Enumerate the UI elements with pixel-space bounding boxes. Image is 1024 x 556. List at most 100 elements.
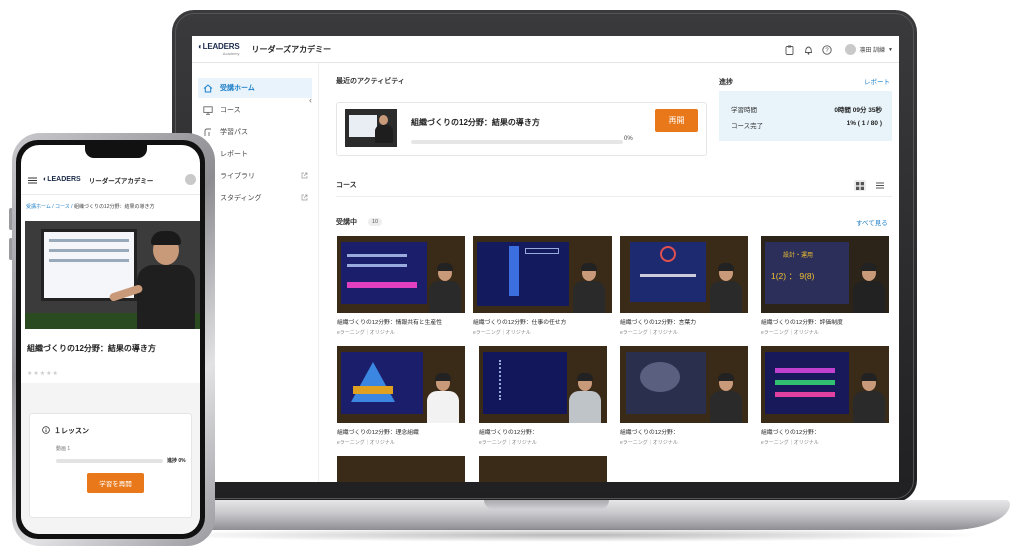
sidebar-item-label: レポート (220, 151, 248, 158)
in-progress-title: 受講中 (336, 219, 357, 226)
user-name: 凛田 訓練 (859, 48, 886, 54)
course-card-title: 組織づくりの12分野：理念組織 (337, 430, 419, 436)
course-complete-value: 1% ( 1 / 80 ) (846, 120, 882, 127)
sidebar-item-label: ライブラリ (220, 173, 255, 180)
courses-header: コース (336, 176, 892, 197)
sidebar-item-label: スタディング (220, 195, 262, 202)
breadcrumb: 受講ホーム / コース / 組織づくりの12分野：結果の導き方 (26, 204, 155, 210)
phone-app-title: リーダーズアカデミー (88, 177, 154, 185)
slide-eval-title: 設計・運用 (783, 253, 814, 259)
course-thumbnail (337, 346, 465, 423)
lesson-progress-bar (56, 459, 163, 463)
course-card-meta: eラーニング｜オリジナル (620, 440, 678, 446)
resume-learning-button[interactable]: 学習を再開 (87, 473, 144, 493)
course-thumbnail (620, 346, 748, 423)
clipboard-icon[interactable] (784, 45, 794, 55)
user-menu[interactable]: 凛田 訓練 ▼ (845, 44, 893, 55)
bell-icon[interactable] (803, 45, 813, 55)
course-card[interactable]: 組織づくりの12分野：理念組織 eラーニング｜オリジナル (337, 346, 465, 446)
sidebar-item-learning-path[interactable]: 学習パス (198, 122, 312, 142)
lesson-progress-label: 進捗 0% (167, 458, 186, 464)
recent-activity-title: 最近のアクティビティ (336, 78, 405, 85)
sidebar-item-label: 受講ホーム (220, 85, 255, 92)
sidebar-item-report[interactable]: レポート (198, 144, 312, 164)
activity-course-name: 組織づくりの12分野：結果の導き方 (411, 118, 540, 127)
laptop-shadow (150, 528, 990, 542)
course-card[interactable]: 組織づくりの12分野：情報共有と生産性 eラーニング｜オリジナル (337, 236, 465, 336)
grid-view-icon[interactable] (854, 180, 866, 191)
course-card-meta: eラーニング｜オリジナル (337, 440, 395, 446)
help-icon[interactable]: ? (822, 44, 833, 55)
course-card[interactable]: 組織づくりの12分野：仕事の任せ方 eラーニング｜オリジナル (473, 236, 612, 336)
rating-stars[interactable]: ★★★★★ (27, 370, 59, 377)
sidebar-item-home[interactable]: 受講ホーム (198, 78, 312, 98)
course-thumbnail[interactable] (337, 456, 465, 482)
logo-subtext: Academy (222, 50, 240, 56)
course-card-title: 組織づくりの12分野：情報共有と生産性 (337, 320, 442, 326)
course-card[interactable]: 設計・運用 1(2) ： 9(8) 組織づくりの12分野：評価制度 eラーニング… (761, 236, 889, 336)
resume-button[interactable]: 再開 (655, 109, 698, 132)
path-icon (202, 128, 214, 137)
phone-course-title: 組織づくりの12分野：結果の導き方 (27, 344, 156, 353)
svg-text:?: ? (826, 48, 830, 54)
lesson-card: １レッスン 動画 1 進捗 0% 学習を再開 (29, 413, 192, 518)
course-card-title: 組織づくりの12分野：仕事の任せ方 (473, 320, 567, 326)
course-card-title: 組織づくりの12分野： (761, 430, 820, 436)
course-thumbnail (479, 346, 607, 423)
laptop-notch (484, 500, 609, 509)
movie-count: 動画 1 (56, 446, 71, 452)
hamburger-menu-icon[interactable] (28, 171, 37, 189)
phone-header: ◐LEADERS リーダーズアカデミー (21, 165, 200, 195)
phone-notch (85, 145, 147, 158)
course-card-meta: eラーニング｜オリジナル (337, 330, 395, 336)
sidebar-item-library[interactable]: ライブラリ (198, 166, 312, 186)
see-all-link[interactable]: すべて見る (856, 217, 888, 227)
home-icon (202, 83, 214, 93)
study-time-value: 0時間 09分 35秒 (834, 107, 882, 114)
phone-screen: ◐LEADERS リーダーズアカデミー 受講ホーム / コース / 組織づくりの… (21, 145, 200, 534)
course-thumbnail (337, 236, 465, 313)
logo[interactable]: ◐LEADERS Academy (198, 41, 240, 56)
sidebar-item-studying[interactable]: スタディング (198, 188, 312, 208)
course-card-title: 組織づくりの12分野： (479, 430, 538, 436)
breadcrumb-home[interactable]: 受講ホーム (26, 204, 51, 210)
activity-card[interactable]: 組織づくりの12分野：結果の導き方 (336, 102, 707, 156)
course-card[interactable]: 組織づくりの12分野： eラーニング｜オリジナル (620, 346, 748, 446)
course-card-meta: eラーニング｜オリジナル (620, 330, 678, 336)
course-card[interactable]: 組織づくりの12分野： eラーニング｜オリジナル (761, 346, 889, 446)
slide-eval-ratio: 1(2) ： 9(8) (771, 271, 815, 281)
phone-logo[interactable]: ◐LEADERS (43, 176, 81, 183)
in-progress-count: 10 (368, 218, 383, 226)
sidebar-item-label: 学習パス (220, 129, 248, 136)
sidebar-item-label: コース (220, 107, 241, 114)
course-card-title: 組織づくりの12分野：言葉力 (620, 320, 697, 326)
chevron-down-icon: ▼ (888, 46, 893, 53)
collapse-sidebar-icon[interactable]: ‹ (309, 95, 312, 105)
sidebar-item-courses[interactable]: コース (198, 100, 312, 120)
activity-progress-percent: 0% (624, 136, 633, 142)
activity-progress-bar (411, 140, 623, 144)
activity-thumbnail (345, 109, 397, 147)
logo-text: ◐LEADERS (198, 41, 240, 51)
course-card-title: 組織づくりの12分野：評価制度 (761, 320, 843, 326)
info-icon (42, 426, 50, 436)
lesson-count: １レッスン (54, 428, 89, 435)
progress-summary: 学習時間 0時間 09分 35秒 コース完了 1% ( 1 / 80 ) (719, 91, 892, 141)
list-view-icon[interactable] (874, 180, 886, 191)
course-thumbnail (473, 236, 612, 313)
avatar (845, 44, 857, 55)
course-video[interactable] (25, 221, 200, 329)
course-card-meta: eラーニング｜オリジナル (479, 440, 537, 446)
course-card[interactable]: 組織づくりの12分野： eラーニング｜オリジナル (479, 346, 607, 446)
app-header: ◐LEADERS Academy リーダーズアカデミー ? 凛田 訓練 ▼ (192, 36, 899, 63)
course-thumbnail[interactable] (479, 456, 607, 482)
course-card[interactable]: 組織づくりの12分野：言葉力 eラーニング｜オリジナル (620, 236, 748, 336)
course-thumbnail (761, 346, 889, 423)
avatar[interactable] (185, 174, 196, 185)
report-link[interactable]: レポート (864, 76, 890, 86)
course-thumbnail: 設計・運用 1(2) ： 9(8) (761, 236, 889, 313)
progress-title: 進捗 (719, 79, 733, 86)
course-complete-label: コース完了 (731, 123, 764, 130)
breadcrumb-courses[interactable]: コース (55, 204, 70, 210)
courses-title: コース (336, 182, 357, 189)
